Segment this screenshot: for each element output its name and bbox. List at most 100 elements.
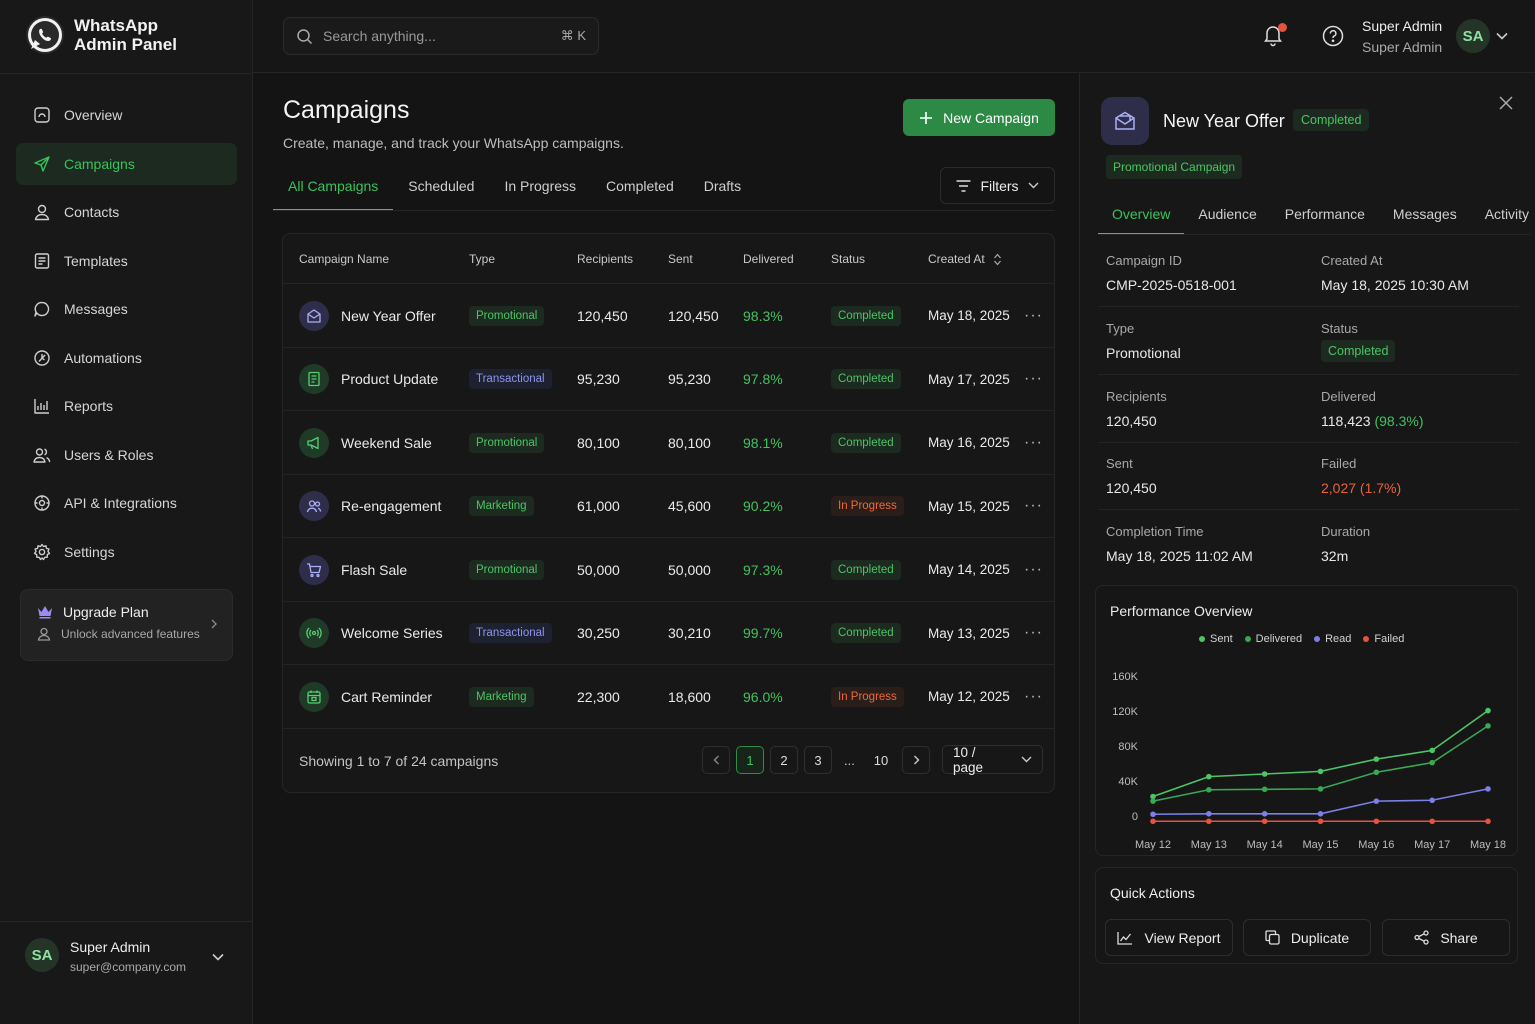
table-row[interactable]: Flash Sale Promotional 50,000 50,000 97.… <box>283 538 1054 602</box>
column-header-sent[interactable]: Sent <box>668 252 693 266</box>
sidebar-item-label: Settings <box>64 543 115 560</box>
table-row[interactable]: Welcome Series Transactional 30,250 30,2… <box>283 602 1054 665</box>
close-icon[interactable] <box>1499 96 1513 113</box>
campaign-name[interactable]: Cart Reminder <box>341 689 432 705</box>
table-row[interactable]: Weekend Sale Promotional 80,100 80,100 9… <box>283 411 1054 475</box>
table-row[interactable]: New Year Offer Promotional 120,450 120,4… <box>283 284 1054 348</box>
brand-line2: Admin Panel <box>74 35 177 54</box>
detail-tab-audience[interactable]: Audience <box>1184 200 1270 235</box>
legend-label: Failed <box>1374 633 1405 645</box>
tab-in-progress[interactable]: In Progress <box>489 166 591 211</box>
more-icon[interactable]: ··· <box>1024 348 1043 411</box>
sent-cell: 80,100 <box>668 434 711 451</box>
sidebar-item-overview[interactable]: Overview <box>16 94 237 136</box>
copy-icon <box>1265 930 1280 945</box>
page-button-3[interactable]: 3 <box>804 746 832 774</box>
page-button-1[interactable]: 1 <box>736 746 764 774</box>
status-badge: Completed <box>1293 109 1370 131</box>
sidebar-item-users-roles[interactable]: Users & Roles <box>16 434 237 476</box>
campaign-name[interactable]: Flash Sale <box>341 562 407 578</box>
status-cell: Completed <box>831 348 901 411</box>
help-icon[interactable] <box>1322 25 1344 50</box>
column-header-recipients[interactable]: Recipients <box>577 252 633 266</box>
duplicate-label: Duplicate <box>1290 929 1350 946</box>
share-button[interactable]: Share <box>1382 919 1510 956</box>
campaigns-table: Campaign Name Type Recipients Sent Deliv… <box>282 233 1055 793</box>
table-row[interactable]: Cart Reminder Marketing 22,300 18,600 96… <box>283 665 1054 729</box>
filters-button[interactable]: Filters <box>940 167 1055 204</box>
next-page-button[interactable] <box>902 746 930 774</box>
sidebar-item-campaigns[interactable]: Campaigns <box>16 142 237 185</box>
tab-scheduled[interactable]: Scheduled <box>393 166 489 211</box>
column-header-name[interactable]: Campaign Name <box>299 252 389 266</box>
detail-tab-activity[interactable]: Activity <box>1471 200 1535 235</box>
per-page-select[interactable]: 10 / page <box>942 744 1043 775</box>
per-page-value: 10 / page <box>953 744 984 775</box>
table-row[interactable]: Re-engagement Marketing 61,000 45,600 90… <box>283 475 1054 538</box>
more-icon[interactable]: ··· <box>1024 284 1043 347</box>
type-cell: Marketing <box>469 475 534 538</box>
tab-all-campaigns[interactable]: All Campaigns <box>273 166 394 211</box>
page-button-2[interactable]: 2 <box>770 746 798 774</box>
status-badge: Completed <box>831 559 901 580</box>
new-campaign-button[interactable]: New Campaign <box>903 99 1055 136</box>
data-point-sent <box>1206 773 1212 780</box>
data-point-failed <box>1373 818 1380 825</box>
share-icon <box>1414 930 1429 945</box>
upgrade-plan-card[interactable]: Upgrade Plan Unlock advanced features <box>20 589 233 661</box>
chevron-down-icon[interactable] <box>212 949 224 964</box>
reports-icon <box>34 399 49 414</box>
sidebar-item-reports[interactable]: Reports <box>16 385 237 427</box>
sidebar-item-automations[interactable]: Automations <box>16 337 237 379</box>
tabs-divider <box>273 210 1055 211</box>
filter-icon <box>956 179 971 192</box>
status-cell: Completed <box>831 284 901 347</box>
column-header-created[interactable]: Created At <box>928 252 1002 266</box>
column-header-type[interactable]: Type <box>469 252 495 266</box>
detail-title: New Year Offer <box>1163 111 1285 131</box>
tab-completed[interactable]: Completed <box>591 166 689 211</box>
campaign-name[interactable]: Weekend Sale <box>341 435 432 451</box>
campaign-name[interactable]: Re-engagement <box>341 498 441 514</box>
automation-icon <box>34 349 50 366</box>
search-input[interactable]: Search anything... ⌘ K <box>283 17 599 55</box>
sidebar-item-templates[interactable]: Templates <box>16 240 237 282</box>
field-label: Type <box>1106 320 1135 336</box>
more-icon[interactable]: ··· <box>1024 602 1043 665</box>
field-value: May 18, 2025 11:02 AM <box>1106 548 1253 565</box>
more-icon[interactable]: ··· <box>1024 665 1043 728</box>
detail-tab-performance[interactable]: Performance <box>1271 200 1379 235</box>
detail-tabs-divider <box>1098 234 1530 235</box>
recipients-cell: 95,230 <box>577 371 620 387</box>
sidebar-item-settings[interactable]: Settings <box>16 531 237 573</box>
column-header-delivered[interactable]: Delivered <box>743 252 794 266</box>
sidebar-item-messages[interactable]: Messages <box>16 288 237 330</box>
data-point-sent <box>1261 771 1268 777</box>
user-outline-icon <box>37 627 51 641</box>
sidebar-user-name: Super Admin <box>70 939 151 955</box>
detail-tab-messages[interactable]: Messages <box>1379 200 1471 235</box>
column-header-status[interactable]: Status <box>831 252 865 266</box>
sidebar-item-label: Messages <box>64 301 128 317</box>
duplicate-button[interactable]: Duplicate <box>1243 919 1371 956</box>
tab-drafts[interactable]: Drafts <box>689 166 756 211</box>
sidebar-item-api-integrations[interactable]: API & Integrations <box>16 482 237 524</box>
data-point-failed <box>1206 818 1212 825</box>
sidebar-user[interactable]: SA Super Admin super@company.com <box>0 921 253 1024</box>
more-icon[interactable]: ··· <box>1024 475 1043 538</box>
view-report-button[interactable]: View Report <box>1105 919 1233 956</box>
prev-page-button[interactable] <box>702 746 730 774</box>
chevron-down-icon[interactable] <box>1496 28 1508 43</box>
api-icon <box>34 495 50 511</box>
page-button-10[interactable]: 10 <box>867 746 895 774</box>
brand-logo[interactable]: WhatsApp Admin Panel <box>26 16 177 54</box>
field-label: Recipients <box>1106 388 1167 404</box>
more-icon[interactable]: ··· <box>1024 538 1043 601</box>
table-row[interactable]: Product Update Transactional 95,230 95,2… <box>283 348 1054 411</box>
more-icon[interactable]: ··· <box>1024 411 1043 474</box>
campaign-name[interactable]: New Year Offer <box>341 308 436 324</box>
sidebar-item-contacts[interactable]: Contacts <box>16 191 237 233</box>
detail-tab-overview[interactable]: Overview <box>1098 200 1185 235</box>
campaign-name[interactable]: Product Update <box>341 371 438 387</box>
campaign-name[interactable]: Welcome Series <box>341 625 443 641</box>
